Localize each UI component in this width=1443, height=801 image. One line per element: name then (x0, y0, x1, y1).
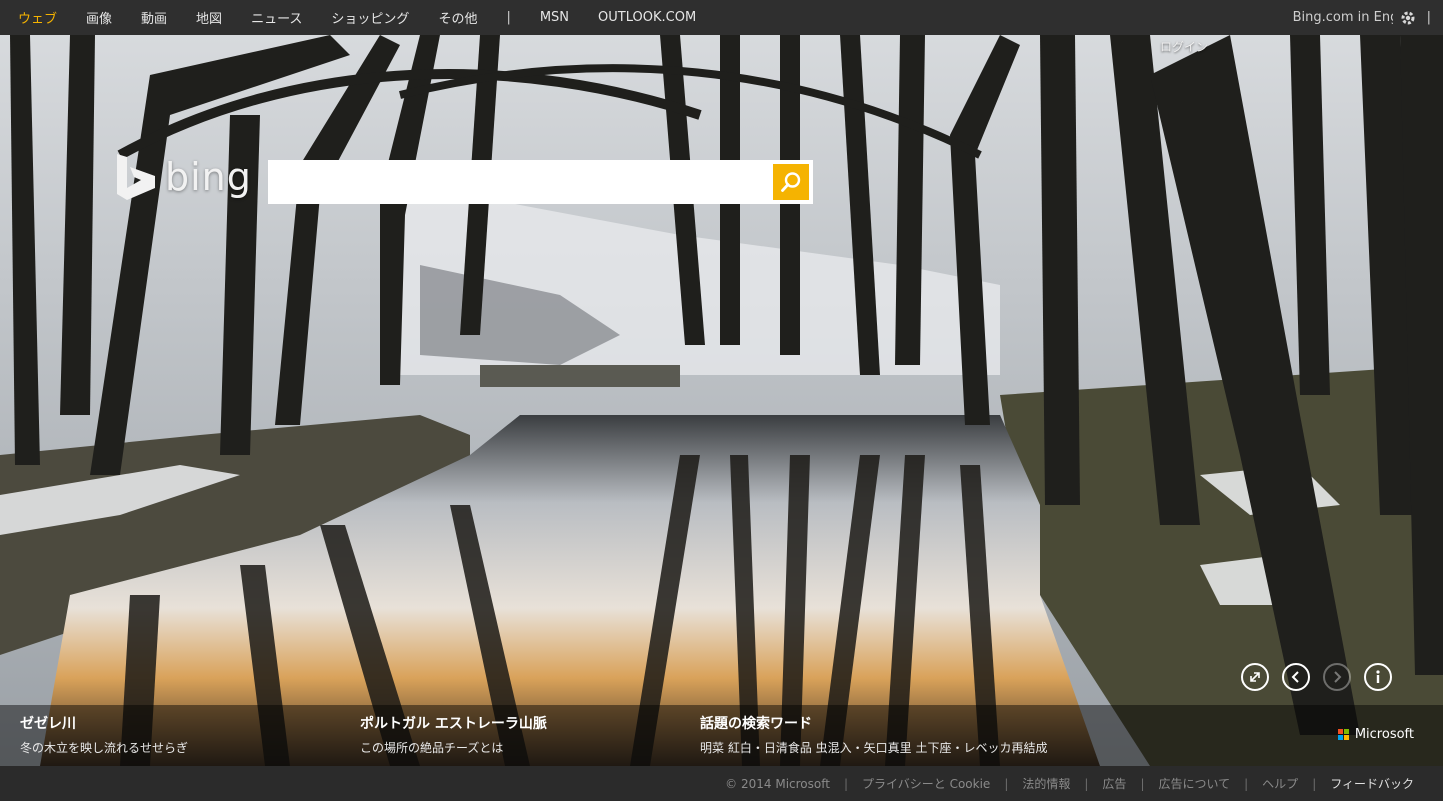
topbar-separator: | (1426, 10, 1431, 25)
footer-separator: | (1244, 776, 1249, 791)
caption-strip: ゼゼレ川 冬の木立を映し流れるせせらぎ ポルトガル エストレーラ山脈 この場所の… (0, 705, 1443, 766)
bing-wordmark: bing (165, 155, 252, 199)
next-icon[interactable] (1323, 663, 1351, 691)
footer-separator: | (1312, 776, 1317, 791)
search-button[interactable] (773, 164, 809, 200)
bing-logo[interactable]: bing (115, 152, 252, 202)
nav-separator: | (506, 10, 511, 25)
footer-help-link[interactable]: ヘルプ (1262, 775, 1298, 792)
caption-subtitle[interactable]: 冬の木立を映し流れるせせらぎ (20, 739, 188, 756)
footer: © 2014 Microsoft | プライバシーと Cookie | 法的情報… (0, 766, 1443, 801)
footer-about-ads-link[interactable]: 広告について (1158, 775, 1230, 792)
footer-separator: | (1140, 776, 1145, 791)
footer-links: © 2014 Microsoft | プライバシーと Cookie | 法的情報… (725, 775, 1443, 792)
gear-icon[interactable] (1399, 9, 1417, 27)
footer-separator: | (1084, 776, 1089, 791)
footer-privacy-link[interactable]: プライバシーと Cookie (862, 775, 990, 792)
caption-subtitle[interactable]: この場所の絶品チーズとは (360, 739, 547, 756)
caption-title[interactable]: ゼゼレ川 (20, 713, 188, 733)
login-link[interactable]: ログイン (1160, 38, 1208, 55)
footer-legal-link[interactable]: 法的情報 (1022, 775, 1070, 792)
caption-photo[interactable]: ゼゼレ川 冬の木立を映し流れるせせらぎ (20, 713, 188, 756)
nav-shopping[interactable]: ショッピング (331, 8, 409, 27)
search-icon (781, 172, 801, 192)
previous-icon[interactable] (1282, 663, 1310, 691)
search-input[interactable] (274, 161, 773, 203)
image-controls (1241, 663, 1392, 691)
nav-maps[interactable]: 地図 (196, 8, 222, 27)
footer-copyright: © 2014 Microsoft (725, 776, 830, 791)
microsoft-label: Microsoft (1354, 727, 1414, 742)
caption-title[interactable]: ポルトガル エストレーラ山脈 (360, 713, 547, 733)
footer-feedback-link[interactable]: フィードバック (1330, 775, 1414, 792)
footer-separator: | (1004, 776, 1009, 791)
nav-news[interactable]: ニュース (251, 8, 302, 27)
footer-separator: | (843, 776, 848, 791)
fullscreen-icon[interactable] (1241, 663, 1269, 691)
nav-outlook[interactable]: OUTLOOK.COM (598, 10, 696, 25)
microsoft-brand[interactable]: Microsoft (1337, 727, 1414, 742)
caption-trending[interactable]: 話題の検索ワード 明菜 紅白・日清食品 虫混入・矢口真里 土下座・レベッカ再結成 (700, 713, 1047, 756)
nav-web[interactable]: ウェブ (18, 8, 57, 27)
microsoft-logo-icon (1337, 729, 1349, 740)
caption-subtitle[interactable]: 明菜 紅白・日清食品 虫混入・矢口真里 土下座・レベッカ再結成 (700, 739, 1047, 756)
nav-msn[interactable]: MSN (540, 10, 569, 25)
caption-title[interactable]: 話題の検索ワード (700, 713, 1047, 733)
background-photo (0, 35, 1443, 766)
caption-location[interactable]: ポルトガル エストレーラ山脈 この場所の絶品チーズとは (360, 713, 547, 756)
search-box (268, 160, 813, 204)
top-right-area: Bing.com in English | (1293, 0, 1443, 35)
language-link[interactable]: Bing.com in English (1293, 10, 1393, 25)
info-icon[interactable] (1364, 663, 1392, 691)
bing-logo-icon (117, 154, 155, 200)
top-nav: ウェブ 画像 動画 地図 ニュース ショッピング その他 | MSN OUTLO… (0, 0, 725, 35)
top-navigation-bar: ウェブ 画像 動画 地図 ニュース ショッピング その他 | MSN OUTLO… (0, 0, 1443, 35)
nav-videos[interactable]: 動画 (141, 8, 167, 27)
nav-images[interactable]: 画像 (86, 8, 112, 27)
nav-more[interactable]: その他 (438, 8, 477, 27)
footer-ads-link[interactable]: 広告 (1102, 775, 1126, 792)
forest-stream-illustration (0, 35, 1443, 766)
